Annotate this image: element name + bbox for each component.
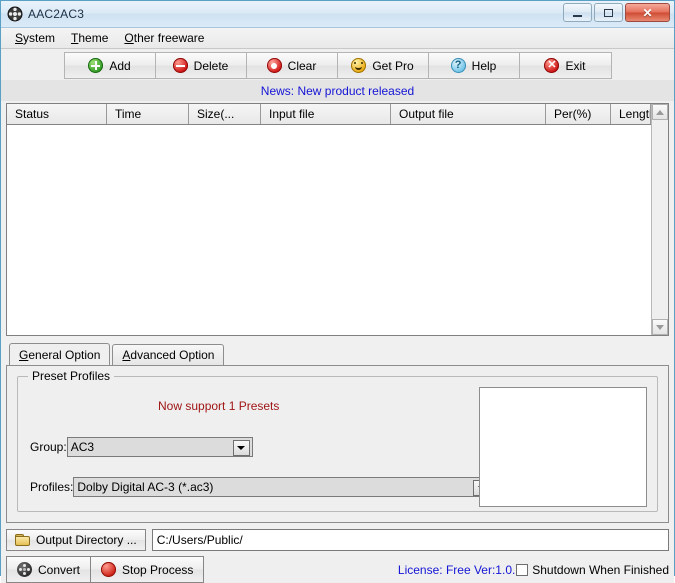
menu-item-theme-label: heme bbox=[78, 31, 109, 45]
file-list-body[interactable] bbox=[7, 125, 651, 335]
add-button[interactable]: Add bbox=[64, 53, 156, 78]
file-list-scrollbar[interactable] bbox=[651, 104, 668, 335]
general-option-panel: Preset Profiles Now support 1 Presets Gr… bbox=[6, 365, 669, 523]
group-label: Group: bbox=[30, 440, 67, 454]
tab-general-option-label: eneral Option bbox=[28, 348, 101, 362]
help-button[interactable]: ? Help bbox=[428, 53, 520, 78]
profiles-select-value: Dolby Digital AC-3 (*.ac3) bbox=[77, 480, 214, 494]
film-reel-icon bbox=[17, 562, 32, 577]
folder-icon bbox=[15, 534, 30, 546]
blue-question-circle-icon: ? bbox=[450, 58, 466, 73]
preset-note: Now support 1 Presets bbox=[158, 399, 280, 413]
add-button-label: Add bbox=[109, 58, 131, 73]
output-directory-row: Output Directory ... C:/Users/Public/ bbox=[6, 529, 669, 551]
maximize-button[interactable] bbox=[594, 3, 623, 22]
title-bar: AAC2AC3 ✕ bbox=[1, 1, 674, 28]
output-path-input[interactable]: C:/Users/Public/ bbox=[151, 529, 669, 551]
red-x-circle-icon: ✕ bbox=[544, 58, 560, 73]
toolbar-button-group: Add Delete Clear Get Pro ? Help ✕ Exit bbox=[63, 52, 612, 79]
license-text: License: Free Ver:1.0.1 bbox=[397, 562, 522, 577]
news-bar: News: New product released bbox=[1, 80, 674, 101]
group-select[interactable]: AC3 bbox=[66, 437, 253, 457]
stop-process-button[interactable]: Stop Process bbox=[91, 557, 204, 582]
shutdown-checkbox[interactable] bbox=[516, 563, 529, 576]
scroll-up-button[interactable] bbox=[652, 104, 668, 120]
clear-button[interactable]: Clear bbox=[246, 53, 338, 78]
toolbar: Add Delete Clear Get Pro ? Help ✕ Exit bbox=[1, 49, 674, 80]
profiles-label: Profiles: bbox=[30, 480, 74, 494]
green-plus-circle-icon bbox=[88, 58, 104, 73]
menu-item-other-freeware[interactable]: Other freeware bbox=[116, 29, 212, 47]
chevron-down-icon bbox=[656, 324, 664, 330]
convert-button[interactable]: Convert bbox=[7, 557, 92, 582]
preset-preview-box[interactable] bbox=[479, 387, 647, 507]
chevron-down-icon[interactable] bbox=[232, 440, 250, 456]
column-header-input-file[interactable]: Input file bbox=[261, 104, 391, 124]
minimize-button[interactable] bbox=[563, 3, 592, 22]
get-pro-button[interactable]: Get Pro bbox=[337, 53, 429, 78]
menu-item-system-label: ystem bbox=[23, 31, 56, 45]
options-tabs: General Option Advanced Option bbox=[9, 343, 674, 365]
delete-button-label: Delete bbox=[193, 58, 229, 73]
red-dot-circle-icon bbox=[266, 58, 282, 73]
profiles-select[interactable]: Dolby Digital AC-3 (*.ac3) bbox=[73, 477, 494, 497]
delete-button[interactable]: Delete bbox=[155, 53, 247, 78]
menu-bar: System Theme Other freeware bbox=[1, 28, 674, 49]
convert-button-label: Convert bbox=[38, 562, 81, 577]
tab-general-option[interactable]: General Option bbox=[9, 343, 111, 365]
chevron-up-icon bbox=[656, 109, 664, 115]
column-header-output-file[interactable]: Output file bbox=[391, 104, 546, 124]
shutdown-checkbox-label[interactable]: Shutdown When Finished bbox=[532, 563, 669, 577]
maximize-icon bbox=[604, 8, 613, 17]
file-list: Status Time Size(... Input file Output f… bbox=[6, 103, 669, 336]
preset-profiles-title: Preset Profiles bbox=[28, 369, 115, 383]
group-select-value: AC3 bbox=[70, 440, 95, 454]
bottom-bar: Convert Stop Process License: Free Ver:1… bbox=[1, 556, 674, 583]
column-header-time[interactable]: Time bbox=[107, 104, 189, 124]
menu-item-theme[interactable]: Theme bbox=[63, 29, 116, 47]
scroll-track[interactable] bbox=[652, 120, 668, 319]
menu-item-other-freeware-label: ther freeware bbox=[133, 31, 205, 45]
column-header-status[interactable]: Status bbox=[7, 104, 107, 124]
output-path-value: C:/Users/Public/ bbox=[156, 533, 243, 547]
tab-advanced-option-label: dvanced Option bbox=[130, 348, 215, 362]
file-list-header: Status Time Size(... Input file Output f… bbox=[7, 104, 651, 125]
output-directory-button-label: Output Directory ... bbox=[36, 533, 137, 547]
exit-button-label: Exit bbox=[565, 58, 586, 73]
film-reel-icon bbox=[7, 6, 23, 22]
file-list-main: Status Time Size(... Input file Output f… bbox=[7, 104, 651, 335]
yellow-smiley-icon bbox=[351, 58, 367, 73]
preset-profiles-group: Preset Profiles Now support 1 Presets Gr… bbox=[17, 369, 658, 512]
action-button-group: Convert Stop Process bbox=[6, 556, 205, 583]
window-title: AAC2AC3 bbox=[28, 7, 85, 21]
red-stop-circle-icon bbox=[101, 562, 117, 577]
column-header-size[interactable]: Size(... bbox=[189, 104, 261, 124]
stop-process-button-label: Stop Process bbox=[122, 562, 194, 577]
scroll-down-button[interactable] bbox=[652, 319, 668, 335]
exit-button[interactable]: ✕ Exit bbox=[519, 53, 611, 78]
column-header-percent[interactable]: Per(%) bbox=[546, 104, 611, 124]
close-button[interactable]: ✕ bbox=[625, 3, 670, 22]
clear-button-label: Clear bbox=[287, 58, 317, 73]
menu-item-system[interactable]: System bbox=[7, 29, 63, 47]
shutdown-when-finished-row: Shutdown When Finished bbox=[516, 563, 669, 577]
red-minus-circle-icon bbox=[172, 58, 188, 73]
output-directory-button[interactable]: Output Directory ... bbox=[6, 529, 146, 551]
get-pro-button-label: Get Pro bbox=[372, 58, 414, 73]
group-field-row: Group: AC3 bbox=[30, 437, 253, 457]
tab-advanced-option[interactable]: Advanced Option bbox=[112, 344, 225, 365]
minimize-icon bbox=[573, 12, 582, 17]
column-header-length[interactable]: Length bbox=[611, 104, 651, 124]
app-window: AAC2AC3 ✕ System Theme Other freeware Ad bbox=[0, 0, 675, 583]
news-text[interactable]: News: New product released bbox=[261, 84, 414, 98]
close-icon: ✕ bbox=[642, 5, 653, 20]
help-button-label: Help bbox=[471, 58, 497, 73]
window-controls: ✕ bbox=[563, 3, 670, 22]
profiles-field-row: Profiles: Dolby Digital AC-3 (*.ac3) bbox=[30, 477, 494, 497]
